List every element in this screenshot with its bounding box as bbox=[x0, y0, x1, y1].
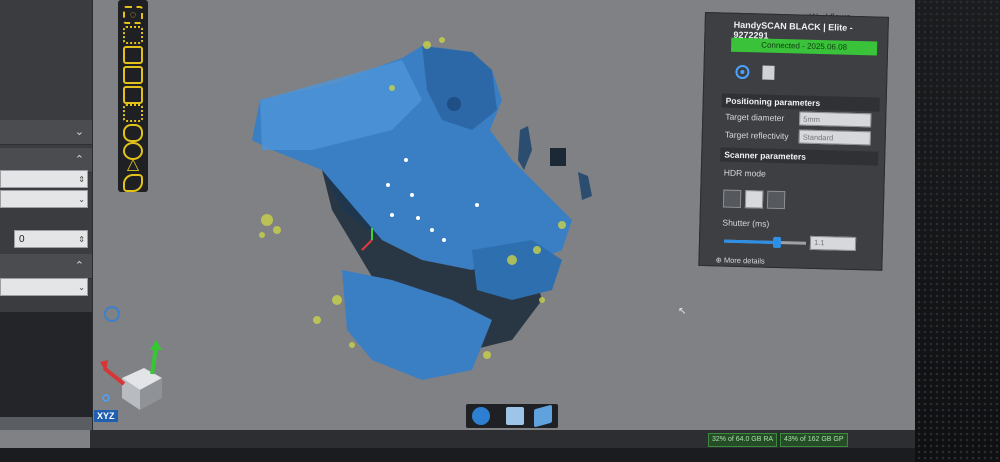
view-solid-icon[interactable] bbox=[506, 407, 524, 425]
shutter-slider-handle[interactable] bbox=[773, 236, 782, 249]
panel-footer bbox=[0, 417, 92, 430]
application-screen: ⌄ ⌃ ⇕ ⌄ 0 ⇕ ⌃ ⌄ ◌ △ HandySCAN BLACK | El… bbox=[0, 0, 915, 448]
more-details-text: More details bbox=[723, 255, 765, 266]
chevron-up-icon: ⌃ bbox=[74, 260, 84, 272]
hdr-mode-label: HDR mode bbox=[723, 167, 766, 179]
status-bar: 32% of 64.0 GB RA 43% of 162 GB GP bbox=[90, 430, 915, 448]
value-input[interactable]: 0 ⇕ bbox=[14, 230, 88, 248]
connection-status-badge: Connected - 2025.06.08 bbox=[730, 37, 878, 56]
scan-fragment bbox=[550, 148, 566, 166]
taskbar bbox=[0, 448, 915, 462]
shutter-slider[interactable] bbox=[723, 236, 807, 249]
target-diameter-field[interactable] bbox=[799, 111, 872, 128]
scan-fragment bbox=[518, 126, 532, 170]
hdr-mode-mid-button[interactable] bbox=[744, 190, 764, 209]
panel-dropdown[interactable]: ⌄ bbox=[0, 278, 88, 296]
scanner-parameters-header[interactable]: Scanner parameters bbox=[720, 147, 879, 166]
value-input-text: 0 bbox=[19, 234, 25, 245]
disk-usage-badge: 43% of 162 GB GP bbox=[780, 433, 848, 447]
scanner-panel: HandySCAN BLACK | Elite - 9272291 Connec… bbox=[698, 12, 889, 271]
chevron-down-icon: ⌄ bbox=[78, 283, 85, 292]
scan-fragment bbox=[578, 172, 592, 200]
memory-usage-badge: 32% of 64.0 GB RA bbox=[708, 433, 778, 447]
hdr-mode-high-button[interactable] bbox=[766, 190, 786, 210]
xyz-label: XYZ bbox=[94, 410, 118, 422]
panel-section-header[interactable]: ⌄ bbox=[0, 120, 92, 145]
shutter-slider-fill bbox=[723, 239, 778, 244]
panel-dark-area bbox=[0, 312, 92, 417]
view-toolbar bbox=[466, 404, 558, 428]
hdr-mode-low-button[interactable] bbox=[722, 189, 742, 209]
panel-dropdown[interactable]: ⌄ bbox=[0, 190, 88, 208]
view-cube-icon[interactable] bbox=[534, 404, 552, 428]
chevron-down-icon: ⌄ bbox=[78, 195, 85, 204]
left-properties-panel: ⌄ ⌃ ⇕ ⌄ 0 ⇕ ⌃ ⌄ bbox=[0, 0, 93, 430]
panel-dropdown[interactable]: ⇕ bbox=[0, 170, 88, 188]
orientation-gizmo[interactable]: XYZ bbox=[92, 338, 182, 428]
chevron-up-icon: ⌃ bbox=[74, 154, 84, 166]
shutter-label: Shutter (ms) bbox=[722, 217, 770, 229]
target-reflectivity-field[interactable] bbox=[798, 129, 871, 146]
panel-section-header[interactable]: ⌃ bbox=[0, 254, 92, 279]
target-diameter-label: Target diameter bbox=[725, 111, 785, 124]
mouse-cursor-icon: ↖ bbox=[678, 306, 687, 317]
view-mesh-icon[interactable] bbox=[472, 407, 490, 425]
fabric-background bbox=[905, 0, 1000, 462]
rotate-view-icon[interactable] bbox=[104, 306, 120, 322]
positioning-parameters-header[interactable]: Positioning parameters bbox=[721, 93, 880, 112]
target-mode-icon[interactable] bbox=[732, 60, 793, 86]
target-reflectivity-label: Target reflectivity bbox=[724, 129, 789, 142]
shutter-value-field[interactable]: 1.1 bbox=[809, 235, 857, 252]
scanner-mode-icons bbox=[732, 60, 793, 86]
spinner-icon: ⇕ bbox=[78, 235, 85, 244]
spinner-icon: ⇕ bbox=[78, 175, 85, 184]
scan-hole bbox=[447, 97, 461, 111]
more-details-link[interactable]: ⊕ More details bbox=[715, 255, 764, 265]
chevron-down-icon: ⌄ bbox=[74, 126, 84, 138]
